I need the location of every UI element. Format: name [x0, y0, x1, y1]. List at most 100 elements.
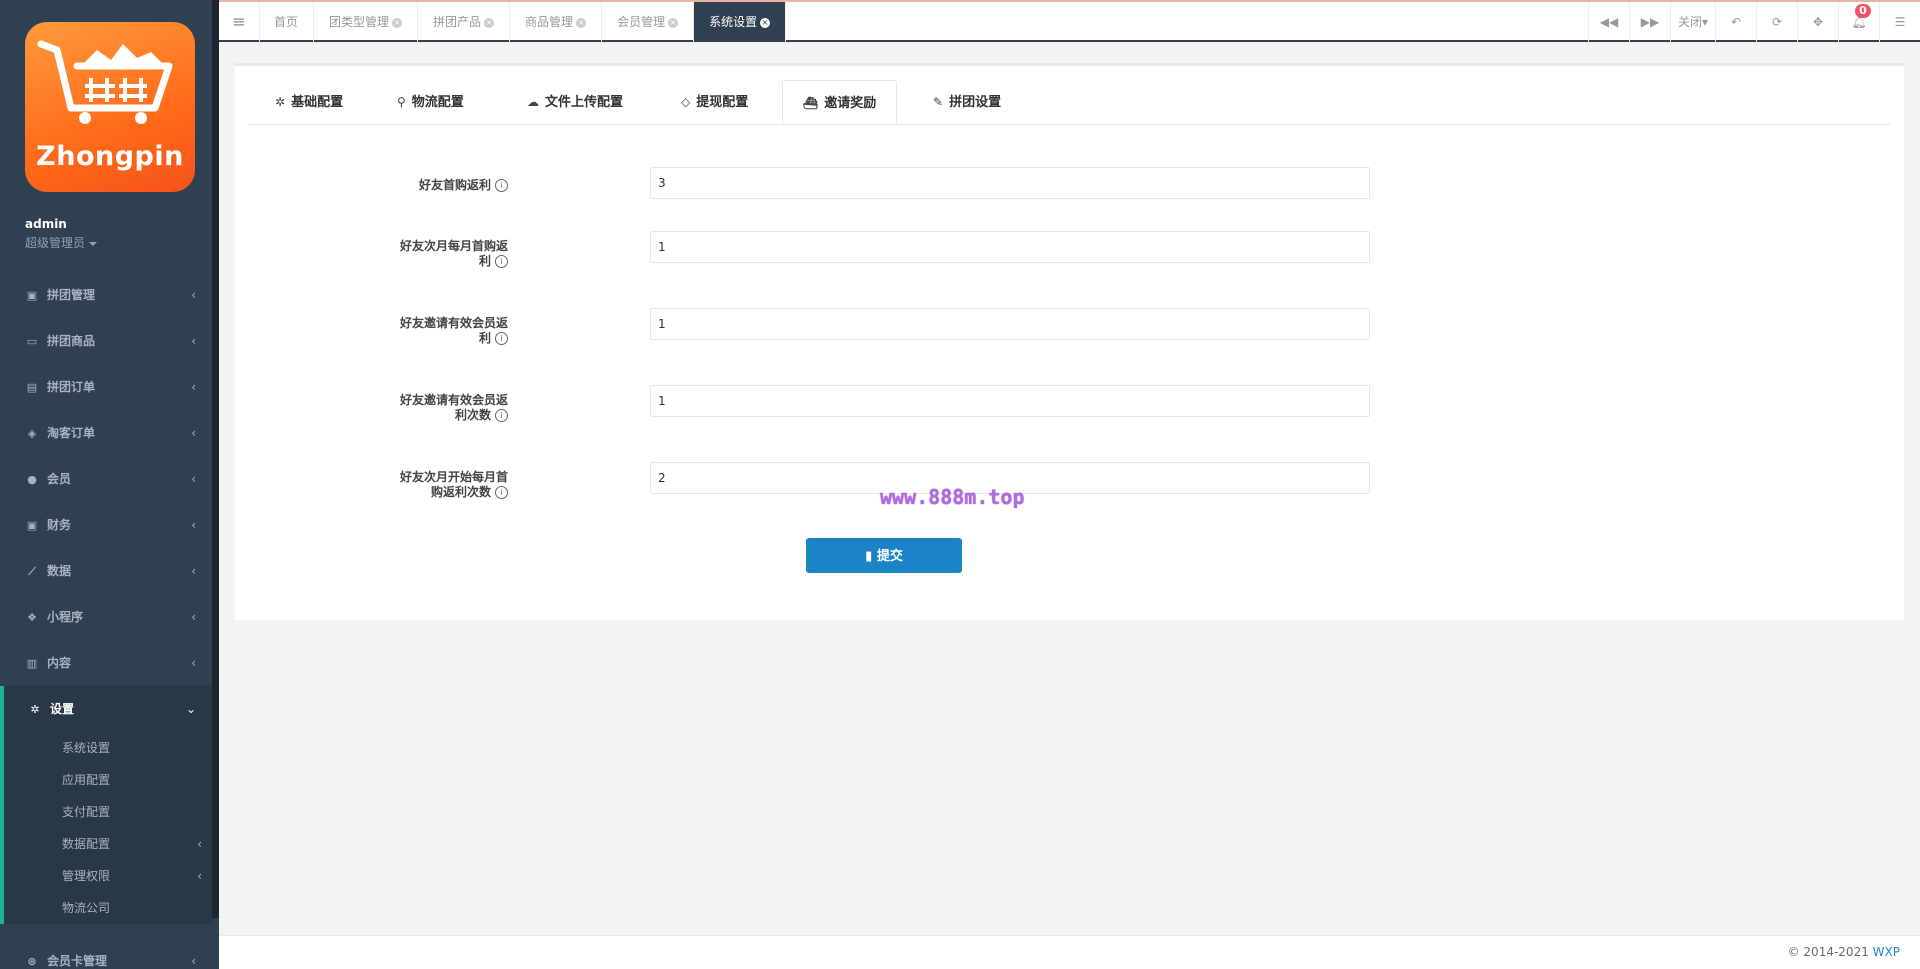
- chevron-left-icon: ‹: [191, 472, 196, 486]
- tab-label: 提现配置: [696, 95, 749, 110]
- tab-member-manage[interactable]: 会员管理 ×: [602, 2, 695, 42]
- copyright: © 2014-2021 WXP: [1788, 945, 1900, 959]
- info-icon[interactable]: i: [495, 409, 508, 422]
- scroll-right-button[interactable]: ▶▶: [1629, 2, 1670, 42]
- tab-withdraw-config[interactable]: ◇ 提现配置: [681, 80, 748, 124]
- brush-icon: ✎: [933, 95, 944, 109]
- chevron-left-icon: ‹: [191, 380, 196, 394]
- sidebar-item-member-card[interactable]: ⊛ 会员卡管理 ‹: [0, 938, 212, 969]
- subitem-label: 管理权限: [62, 869, 111, 883]
- sidebar-nav-bottom: ⊛ 会员卡管理 ‹: [0, 938, 212, 969]
- sidebar-item-pintuan-manage[interactable]: ▣ 拼团管理 ‹: [0, 272, 212, 318]
- user-role-dropdown[interactable]: 超级管理员: [25, 234, 98, 251]
- first-purchase-rebate-input[interactable]: [650, 167, 1370, 199]
- label-text: 好友邀请有效会员返: [399, 393, 508, 407]
- refresh-button[interactable]: ⟳: [1756, 2, 1797, 42]
- sidebar-subitem-app-config[interactable]: 应用配置: [4, 764, 212, 796]
- monthly-first-purchase-rebate-input[interactable]: [650, 231, 1370, 263]
- sidebar-subitem-data-config[interactable]: 数据配置 ‹: [4, 828, 212, 860]
- settings-card: ✲ 基础配置 ⚲ 物流配置 ☁ 文件上传配置 ◇ 提现配置 ⛴ 邀请奖励 ✎ 拼团设置 好友…: [235, 63, 1904, 620]
- cube-icon: ◈: [27, 427, 37, 440]
- sidebar-scrollbar[interactable]: [212, 0, 219, 918]
- copyright-text: © 2014-2021: [1787, 945, 1869, 959]
- sidebar-item-settings[interactable]: ✲ 设置 ⌄: [4, 686, 212, 732]
- cubes-icon: ❖: [27, 611, 37, 624]
- label-text: 购返利次数: [430, 485, 491, 499]
- tab-label: 拼团设置: [949, 95, 1002, 110]
- topbar-actions: ◀◀ ▶▶ 关闭▾ ↶ ⟳ ✥ 🔔︎ 0 ☰: [1588, 2, 1920, 42]
- tab-upload-config[interactable]: ☁ 文件上传配置: [527, 80, 623, 124]
- submit-label: 提交: [876, 549, 903, 564]
- sidebar-item-label: 小程序: [47, 610, 84, 624]
- field-label-invite-valid-member-times: 好友邀请有效会员返 利次数 i: [340, 393, 508, 423]
- submit-button[interactable]: ▮ 提交: [806, 538, 962, 573]
- info-icon[interactable]: i: [495, 332, 508, 345]
- tab-pintuan-settings[interactable]: ✎ 拼团设置: [933, 80, 1001, 124]
- user-profile[interactable]: admin 超级管理员: [25, 217, 98, 251]
- back-button[interactable]: ↶: [1715, 2, 1756, 42]
- tab-group-type[interactable]: 团类型管理 ×: [314, 2, 419, 42]
- close-tabs-dropdown[interactable]: 关闭▾: [1670, 2, 1715, 42]
- sidebar-item-member[interactable]: ● 会员 ‹: [0, 456, 212, 502]
- brand-link[interactable]: WXP: [1873, 945, 1900, 959]
- close-icon[interactable]: ×: [760, 17, 771, 28]
- logo-text: Zhongpin: [36, 141, 184, 172]
- close-icon[interactable]: ×: [668, 17, 679, 28]
- tab-basic-config[interactable]: ✲ 基础配置: [275, 80, 343, 124]
- caret-down-icon: [89, 241, 98, 246]
- sidebar-item-label: 设置: [50, 702, 75, 716]
- tab-label: 系统设置: [709, 15, 758, 29]
- motorcycle-icon: ⚲: [397, 95, 406, 109]
- sidebar-item-finance[interactable]: ▣ 财务 ‹: [0, 502, 212, 548]
- sidebar-item-taoke-orders[interactable]: ◈ 淘客订单 ‹: [0, 410, 212, 456]
- tab-logistics-config[interactable]: ⚲ 物流配置: [397, 80, 464, 124]
- book-icon: ▥: [26, 657, 38, 670]
- info-icon[interactable]: i: [495, 255, 508, 268]
- gear-icon: ✲: [30, 703, 40, 716]
- invite-valid-member-rebate-times-input[interactable]: [650, 385, 1370, 417]
- config-tabs: ✲ 基础配置 ⚲ 物流配置 ☁ 文件上传配置 ◇ 提现配置 ⛴ 邀请奖励 ✎ 拼团设置: [249, 80, 1890, 125]
- sidebar-subitem-payment-config[interactable]: 支付配置: [4, 796, 212, 828]
- menu-toggle-button[interactable]: ≡: [219, 2, 260, 42]
- tab-pintuan-products[interactable]: 拼团产品 ×: [418, 2, 511, 42]
- sidebar-subitem-permissions[interactable]: 管理权限 ‹: [4, 860, 212, 892]
- sidebar: Zhongpin admin 超级管理员 ▣ 拼团管理 ‹ ▭ 拼团商品 ‹ ▤ 拼团订单…: [0, 0, 219, 969]
- sidebar-item-content[interactable]: ▥ 内容 ‹: [0, 640, 212, 686]
- settings-panel-button[interactable]: ☰: [1879, 2, 1920, 42]
- arrows-icon: ✥: [1812, 15, 1824, 29]
- sidebar-subitem-system-settings[interactable]: 系统设置: [4, 732, 212, 764]
- sidebar-item-label: 拼团商品: [47, 334, 96, 348]
- close-icon[interactable]: ×: [484, 17, 495, 28]
- laptop-icon: ▭: [26, 335, 38, 348]
- sidebar-item-pintuan-goods[interactable]: ▭ 拼团商品 ‹: [0, 318, 212, 364]
- chevron-left-icon: ‹: [191, 518, 196, 532]
- field-label-monthly-first-purchase-times: 好友次月开始每月首 购返利次数 i: [340, 470, 508, 500]
- user-role: 超级管理员: [25, 236, 86, 250]
- sidebar-item-data[interactable]: ⟋ 数据 ‹: [0, 548, 212, 594]
- tab-system-settings[interactable]: 系统设置 ×: [694, 2, 787, 42]
- label-text: 好友次月每月首购返: [399, 239, 508, 253]
- close-icon[interactable]: ×: [576, 17, 587, 28]
- sidebar-subitem-logistics[interactable]: 物流公司: [4, 892, 212, 924]
- save-icon: ▮: [865, 549, 873, 564]
- tab-home[interactable]: 首页: [259, 2, 315, 42]
- user-icon: ●: [27, 473, 37, 486]
- info-icon[interactable]: i: [495, 179, 508, 192]
- tab-goods-manage[interactable]: 商品管理 ×: [510, 2, 603, 42]
- scroll-left-button[interactable]: ◀◀: [1588, 2, 1629, 42]
- app-logo: Zhongpin: [25, 22, 195, 192]
- tab-invite-reward[interactable]: ⛴ 邀请奖励: [782, 80, 898, 124]
- chevron-left-icon: ‹: [191, 426, 196, 440]
- sidebar-item-label: 数据: [47, 564, 72, 578]
- sidebar-nav: ▣ 拼团管理 ‹ ▭ 拼团商品 ‹ ▤ 拼团订单 ‹ ◈ 淘客订单 ‹ ● 会员 ‹ ▣ 财务 ‹ ⟋ 数…: [0, 272, 212, 924]
- chevron-left-icon: ‹: [191, 610, 196, 624]
- invite-valid-member-rebate-input[interactable]: [650, 308, 1370, 340]
- close-icon[interactable]: ×: [392, 17, 403, 28]
- tab-label: 首页: [274, 15, 299, 29]
- sidebar-item-pintuan-orders[interactable]: ▤ 拼团订单 ‹: [0, 364, 212, 410]
- sidebar-item-label: 淘客订单: [47, 426, 96, 440]
- notifications-button[interactable]: 🔔︎ 0: [1838, 2, 1879, 42]
- sidebar-item-miniprogram[interactable]: ❖ 小程序 ‹: [0, 594, 212, 640]
- fullscreen-button[interactable]: ✥: [1797, 2, 1838, 42]
- info-icon[interactable]: i: [495, 486, 508, 499]
